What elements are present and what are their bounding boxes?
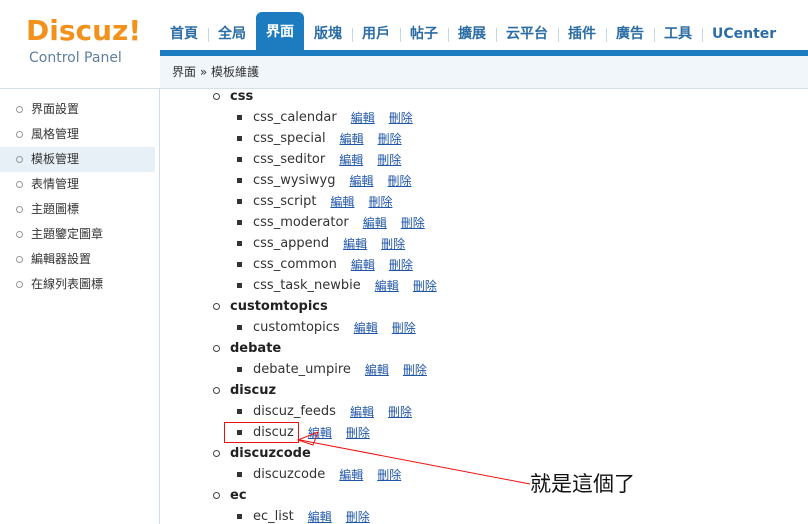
annotation-arrow bbox=[296, 431, 531, 485]
annotation-text: 就是這個了 bbox=[530, 472, 635, 496]
